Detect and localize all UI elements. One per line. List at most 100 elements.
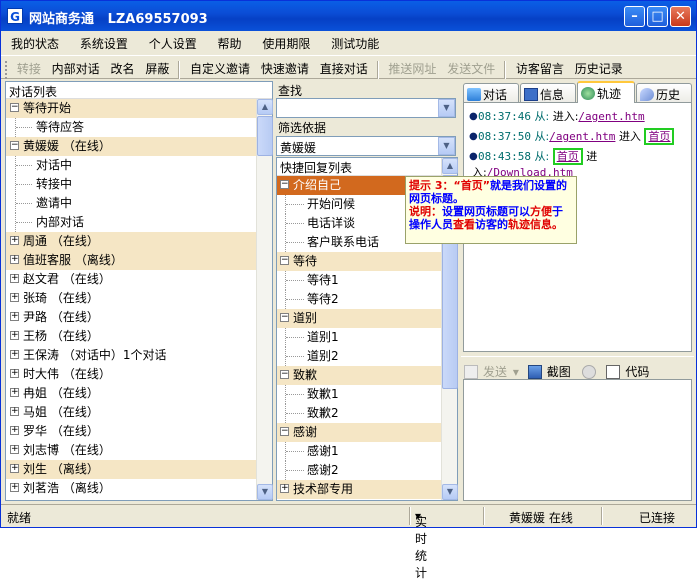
collapse-icon[interactable]: − [10,103,19,112]
tree-group-item[interactable]: + 马姐 （在线） [6,403,272,422]
rename-button[interactable]: 改名 [107,56,138,77]
quick-reply-group[interactable]: − 等待 [277,252,441,271]
expand-icon[interactable]: + [10,331,19,340]
menu-personal-settings[interactable]: 个人设置 [139,32,204,52]
expand-icon[interactable]: + [10,407,19,416]
tree-group-item[interactable]: + 时大伟 （在线） [6,365,272,384]
minimize-button[interactable]: – [624,6,645,27]
push-url-button[interactable]: 推送网址 [384,56,439,77]
menu-test[interactable]: 测试功能 [321,32,386,52]
expand-icon[interactable]: + [280,484,289,493]
tree-group-item[interactable]: − 等待开始 [6,99,272,118]
menu-system-settings[interactable]: 系统设置 [70,32,135,52]
screenshot-button[interactable]: 截图 [525,357,575,380]
tree-group-item[interactable]: + 尹路 （在线） [6,308,272,327]
maximize-button[interactable]: □ [647,6,668,27]
tree-child-item[interactable]: 对话中 [6,156,272,175]
tree-child-item[interactable]: 等待应答 [6,118,272,137]
tree-group-item[interactable]: + 赵文君 （在线） [6,270,272,289]
collapse-icon[interactable]: − [280,427,289,436]
tree-group-item[interactable]: + 张琦 （在线） [6,289,272,308]
tab-history[interactable]: 历史 [636,83,692,103]
tab-track[interactable]: 轨迹 [577,81,635,103]
expand-icon[interactable]: + [10,388,19,397]
expand-icon[interactable]: + [10,483,19,492]
tree-group-item[interactable]: + 周通 （在线） [6,232,272,251]
scroll-down-icon[interactable]: ▼ [442,484,458,500]
chevron-down-icon[interactable]: ▼ [438,137,455,155]
tree-group-item[interactable]: + 刘生 （离线） [6,460,272,479]
tree-group-item[interactable]: + 王杨 （在线） [6,327,272,346]
tree-group-item[interactable]: + 值班客服 （离线） [6,251,272,270]
expand-icon[interactable]: + [10,255,19,264]
conversation-list-scrollbar[interactable]: ▲ ▼ [256,99,273,500]
emoticon-button[interactable] [579,362,600,379]
quick-reply-item[interactable]: 感谢1 [277,442,441,461]
tree-child-item[interactable]: 内部对话 [6,213,272,232]
realtime-stats-button[interactable]: 实时统计 ▾ [415,509,427,580]
quick-reply-item[interactable]: 道别1 [277,328,441,347]
scroll-thumb[interactable] [257,116,273,156]
chevron-down-icon[interactable]: ▼ [438,99,455,117]
quick-reply-item[interactable]: 致歉1 [277,385,441,404]
transfer-button[interactable]: 转接 [13,56,44,77]
tree-group-item[interactable]: + 刘志博 （在线） [6,441,272,460]
expand-icon[interactable]: + [10,293,19,302]
expand-icon[interactable]: + [10,445,19,454]
search-combo[interactable]: ▼ [276,98,456,118]
tree-child-item[interactable]: 邀请中 [6,194,272,213]
message-input[interactable] [463,379,692,501]
quick-reply-group[interactable]: − 致歉 [277,366,441,385]
send-button[interactable]: 发送 ▾ [461,357,521,380]
tree-group-item[interactable]: − 黄媛媛 （在线） [6,137,272,156]
menu-expiry[interactable]: 使用期限 [252,32,317,52]
toolbar-grip[interactable] [5,60,9,79]
expand-icon[interactable]: + [10,274,19,283]
code-button[interactable]: 代码 [603,357,653,380]
expand-icon[interactable]: + [10,312,19,321]
tree-group-item[interactable]: + 王保涛 （对话中）1个对话 [6,346,272,365]
collapse-icon[interactable]: − [10,141,19,150]
close-button[interactable]: ✕ [670,6,691,27]
quick-reply-item[interactable]: 致歉2 [277,404,441,423]
scroll-down-icon[interactable]: ▼ [257,484,273,500]
quick-reply-item[interactable]: 感谢2 [277,461,441,480]
quick-invite-button[interactable]: 快速邀请 [257,56,312,77]
filter-combo[interactable]: 黄媛媛 ▼ [276,136,456,156]
quick-reply-group[interactable]: − 感谢 [277,423,441,442]
history-button[interactable]: 历史记录 [571,56,626,77]
quick-reply-group[interactable]: + 技术部专用 [277,480,441,499]
collapse-icon[interactable]: − [280,370,289,379]
expand-icon[interactable]: + [10,350,19,359]
send-file-button[interactable]: 发送文件 [443,56,498,77]
scroll-up-icon[interactable]: ▲ [257,99,273,115]
expand-icon[interactable]: + [10,464,19,473]
quick-reply-item[interactable]: 等待1 [277,271,441,290]
track-link[interactable]: /agent.htm [578,110,644,123]
page-title-link[interactable]: 首页 [648,130,670,143]
block-button[interactable]: 屏蔽 [141,56,172,77]
menu-help[interactable]: 帮助 [208,32,249,52]
tree-child-item[interactable]: 转接中 [6,175,272,194]
expand-icon[interactable]: + [10,426,19,435]
title-bar[interactable]: G 网站商务通 LZA69557093 – □ ✕ [1,1,696,31]
visitor-message-button[interactable]: 访客留言 [512,56,567,77]
collapse-icon[interactable]: − [280,313,289,322]
tree-group-item[interactable]: + 刘茗浩 （离线） [6,479,272,498]
expand-icon[interactable]: + [10,369,19,378]
quick-reply-item[interactable]: 等待2 [277,290,441,309]
tree-group-item[interactable]: + 罗华 （在线） [6,422,272,441]
internal-chat-button[interactable]: 内部对话 [48,56,103,77]
scroll-up-icon[interactable]: ▲ [442,158,458,174]
track-link[interactable]: /agent.htm [549,130,615,143]
tab-chat[interactable]: 对话 [463,83,519,103]
quick-reply-group[interactable]: − 道别 [277,309,441,328]
page-title-link[interactable]: 首页 [557,150,579,163]
menu-my-status[interactable]: 我的状态 [1,32,66,52]
tab-info[interactable]: 信息 [520,83,576,103]
collapse-icon[interactable]: − [280,180,289,189]
quick-reply-item[interactable]: 道别2 [277,347,441,366]
expand-icon[interactable]: + [10,236,19,245]
custom-invite-button[interactable]: 自定义邀请 [186,56,253,77]
tree-group-item[interactable]: + 冉姐 （在线） [6,384,272,403]
